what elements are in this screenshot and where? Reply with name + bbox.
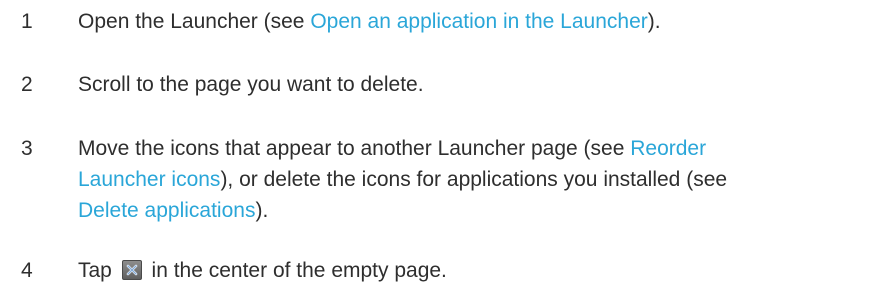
link-text-segment: Reorder	[630, 137, 707, 160]
step-text-segment: ).	[255, 199, 269, 222]
step-number: 1	[21, 10, 33, 33]
step-text: Move the icons that appear to another La…	[78, 133, 858, 226]
step-text-segment: ), or delete the icons for applications …	[220, 168, 728, 191]
delete-page-icon	[121, 260, 142, 280]
step-number: 4	[21, 259, 33, 282]
step-text: Scroll to the page you want to delete.	[78, 73, 424, 96]
step-number: 2	[21, 73, 33, 96]
step-text: Open the Launcher (see Open an applicati…	[78, 6, 858, 37]
step-text-segment: Move the icons that appear to another La…	[78, 137, 631, 160]
step-text-segment: in the center of the empty page.	[145, 259, 447, 282]
step-text-segment: ).	[647, 10, 661, 33]
step-text: Tap in the center of the empty page.	[78, 255, 858, 286]
step-text-segment: Tap	[78, 259, 118, 282]
step-text-segment: Open the Launcher (see	[78, 10, 311, 33]
step-number: 3	[21, 137, 33, 160]
open-application-link[interactable]: Open an application in the Launcher	[310, 10, 647, 33]
delete-applications-link[interactable]: Delete applications	[78, 199, 255, 222]
link-text-segment: Launcher icons	[78, 168, 221, 191]
